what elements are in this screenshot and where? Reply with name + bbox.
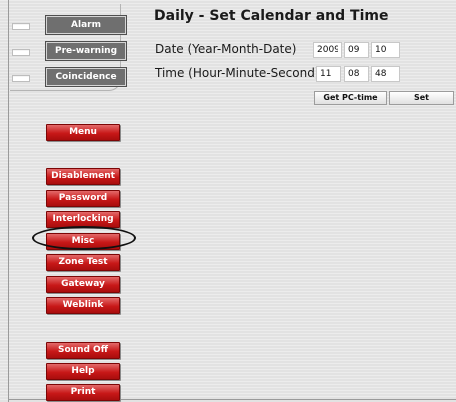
date-year-input[interactable] [313, 42, 342, 58]
menu-button[interactable]: Menu [46, 124, 120, 141]
date-day-input[interactable] [371, 42, 400, 58]
password-button[interactable]: Password [46, 190, 120, 207]
alarm-status-label: Alarm [45, 15, 127, 35]
pre-warning-status-label: Pre-warning [45, 41, 127, 61]
date-label: Date (Year-Month-Date) [155, 42, 297, 56]
coincidence-indicator-light [12, 75, 30, 82]
pre-warning-indicator-light [12, 49, 30, 56]
time-minute-input[interactable] [344, 66, 369, 82]
set-button[interactable]: Set [389, 91, 454, 105]
help-button[interactable]: Help [46, 363, 120, 380]
misc-highlight-ellipse [32, 226, 136, 250]
coincidence-status-label: Coincidence [45, 67, 127, 87]
print-button[interactable]: Print [46, 384, 120, 401]
time-second-input[interactable] [371, 66, 400, 82]
time-hour-input[interactable] [316, 66, 341, 82]
disablement-button[interactable]: Disablement [46, 168, 120, 185]
screen: Alarm Pre-warning Coincidence Menu Disab… [0, 0, 456, 402]
gateway-button[interactable]: Gateway [46, 276, 120, 293]
zone-test-button[interactable]: Zone Test [46, 254, 120, 271]
status-coincidence: Coincidence [10, 67, 127, 87]
time-label: Time (Hour-Minute-Second) [155, 66, 320, 80]
alarm-indicator-light [12, 23, 30, 30]
status-pre-warning: Pre-warning [10, 41, 127, 61]
frame-left-border [8, 0, 9, 402]
date-month-input[interactable] [344, 42, 369, 58]
get-pc-time-button[interactable]: Get PC-time [314, 91, 387, 105]
weblink-button[interactable]: Weblink [46, 297, 120, 314]
status-alarm: Alarm [10, 15, 127, 35]
page-title: Daily - Set Calendar and Time [154, 8, 389, 24]
sound-off-button[interactable]: Sound Off [46, 342, 120, 359]
